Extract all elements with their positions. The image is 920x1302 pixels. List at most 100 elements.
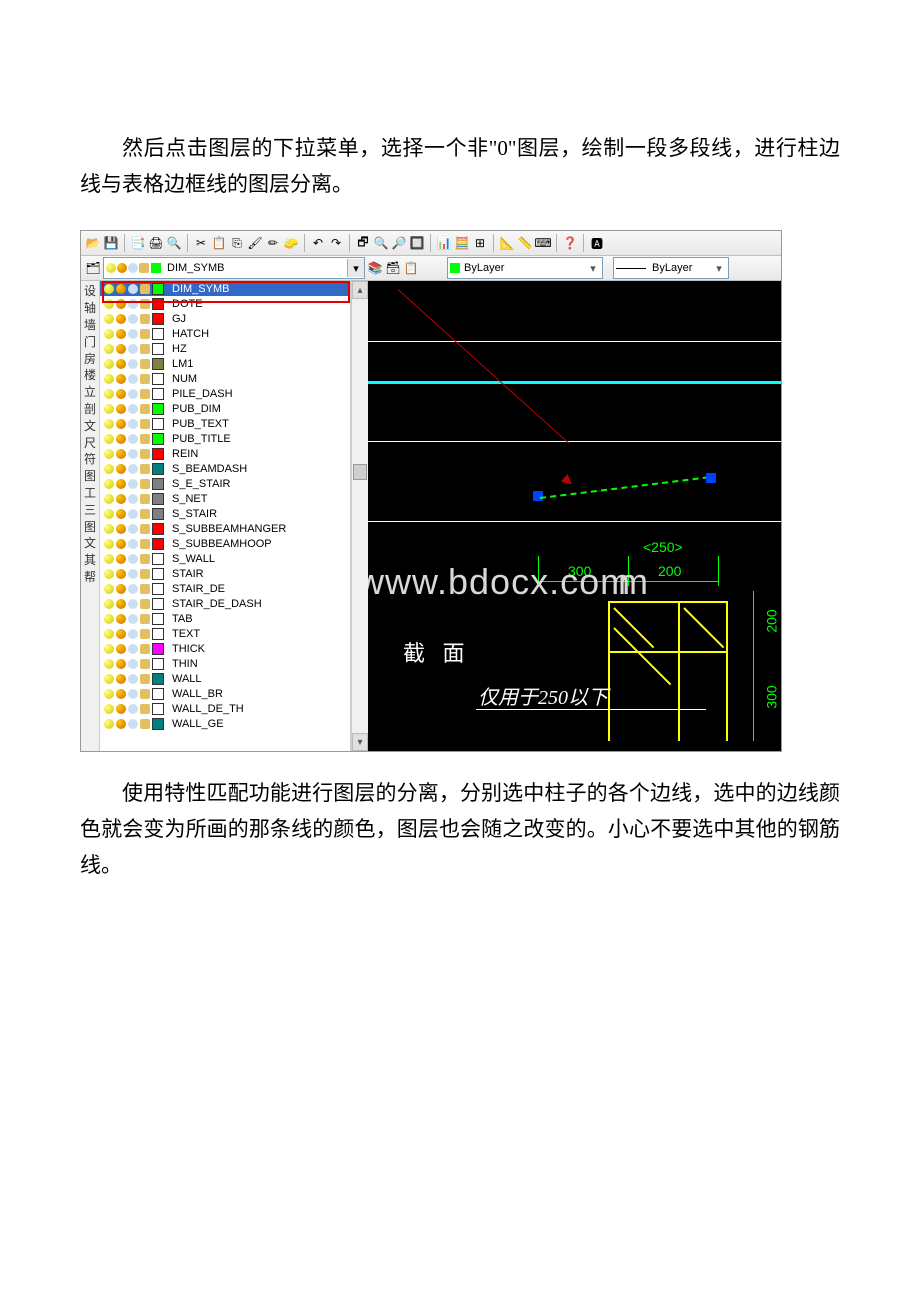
column-edge[interactable] — [726, 601, 728, 741]
side-menu-item[interactable]: 工 — [84, 485, 96, 502]
toolbar-icon[interactable]: ⎘ — [229, 235, 245, 251]
toolbar-icon[interactable]: 📋 — [211, 235, 227, 251]
toolbar-icon[interactable]: ✂ — [193, 235, 209, 251]
layer-list-item[interactable]: HATCH — [100, 326, 350, 341]
side-menu-item[interactable]: 文 — [84, 535, 96, 552]
side-menu-item[interactable]: 门 — [84, 334, 96, 351]
column-edge[interactable] — [608, 601, 610, 741]
layer-list-item[interactable]: S_SUBBEAMHANGER — [100, 521, 350, 536]
layer-list-item[interactable]: THICK — [100, 641, 350, 656]
toolbar-icon[interactable]: 🗗 — [355, 235, 371, 251]
side-menu-item[interactable]: 立 — [84, 384, 96, 401]
layer-list-item[interactable]: REIN — [100, 446, 350, 461]
layer-list-item[interactable]: PUB_TEXT — [100, 416, 350, 431]
layer-list-item[interactable]: NUM — [100, 371, 350, 386]
toolbar-icon[interactable]: 📑 — [130, 235, 146, 251]
layer-list-item[interactable]: S_NET — [100, 491, 350, 506]
toolbar-icon[interactable]: 📏 — [517, 235, 533, 251]
layer-list-item[interactable]: STAIR_DE_DASH — [100, 596, 350, 611]
layer-dropdown[interactable]: DIM_SYMB ▾ — [103, 257, 365, 279]
linetype-combo-value: ByLayer — [652, 262, 692, 274]
layer-list-item[interactable]: S_WALL — [100, 551, 350, 566]
toolbar-icon[interactable]: ❓ — [562, 235, 578, 251]
layer-list-item[interactable]: STAIR_DE — [100, 581, 350, 596]
toolbar-icon[interactable]: 📐 — [499, 235, 515, 251]
layer-props-icon[interactable]: 🗂 — [85, 260, 101, 276]
layer-tool-1[interactable]: 📚 — [367, 260, 383, 276]
toolbar-icon[interactable]: 💾 — [103, 235, 119, 251]
layer-list-item[interactable]: LM1 — [100, 356, 350, 371]
layer-list-item[interactable]: PUB_TITLE — [100, 431, 350, 446]
toolbar-icon[interactable]: 🧽 — [283, 235, 299, 251]
side-menu-item[interactable]: 楼 — [84, 367, 96, 384]
scroll-down-icon[interactable]: ▾ — [352, 733, 368, 751]
layer-list-item[interactable]: DIM_SYMB — [100, 281, 350, 296]
sun-icon — [116, 464, 126, 474]
layer-list-item[interactable]: S_STAIR — [100, 506, 350, 521]
toolbar-icon[interactable]: ↷ — [328, 235, 344, 251]
scroll-up-icon[interactable]: ▴ — [352, 281, 368, 299]
side-menu-item[interactable]: 帮 — [84, 569, 96, 586]
side-menu-item[interactable]: 墙 — [84, 317, 96, 334]
side-menu-item[interactable]: 轴 — [84, 300, 96, 317]
layer-name-text: S_WALL — [172, 553, 215, 565]
color-combo-value: ByLayer — [464, 262, 504, 274]
layer-list-item[interactable]: S_BEAMDASH — [100, 461, 350, 476]
toolbar-icon[interactable]: 🔲 — [409, 235, 425, 251]
side-menu-item[interactable]: 房 — [84, 351, 96, 368]
layer-list-item[interactable]: S_E_STAIR — [100, 476, 350, 491]
layer-list-item[interactable]: GJ — [100, 311, 350, 326]
side-menu-item[interactable]: 图 — [84, 519, 96, 536]
toolbar-icon[interactable]: ↶ — [310, 235, 326, 251]
grip[interactable] — [706, 473, 716, 483]
side-menu-item[interactable]: 符 — [84, 451, 96, 468]
layer-list-item[interactable]: TAB — [100, 611, 350, 626]
side-menu-item[interactable]: 三 — [84, 502, 96, 519]
toolbar-icon[interactable]: 🅰 — [589, 235, 605, 251]
chevron-down-icon[interactable]: ▾ — [347, 259, 364, 277]
side-menu-item[interactable]: 尺 — [84, 435, 96, 452]
layer-list-item[interactable]: WALL_DE_TH — [100, 701, 350, 716]
layer-list-item[interactable]: STAIR — [100, 566, 350, 581]
column-edge[interactable] — [608, 651, 728, 653]
toolbar-icon[interactable]: ⊞ — [472, 235, 488, 251]
layer-list-item[interactable]: HZ — [100, 341, 350, 356]
layer-list-item[interactable]: WALL_BR — [100, 686, 350, 701]
toolbar-icon[interactable]: 🔍 — [373, 235, 389, 251]
layer-list-item[interactable]: DOTE — [100, 296, 350, 311]
layer-list-panel[interactable]: DIM_SYMBDOTEGJHATCHHZLM1NUMPILE_DASHPUB_… — [100, 281, 351, 751]
scrollbar[interactable]: ▴ ▾ — [351, 281, 368, 751]
drawing-canvas[interactable]: www.bdocx.com m <250> 300 200 — [368, 281, 781, 751]
scroll-thumb[interactable] — [353, 464, 367, 480]
toolbar-icon[interactable]: ✏ — [265, 235, 281, 251]
toolbar-icon[interactable]: 🔍 — [166, 235, 182, 251]
linetype-combo[interactable]: ByLayer ▾ — [613, 257, 729, 279]
toolbar-icon[interactable]: ⌨ — [535, 235, 551, 251]
side-menu-item[interactable]: 文 — [84, 418, 96, 435]
chevron-down-icon[interactable]: ▾ — [586, 262, 600, 275]
layer-list-item[interactable]: TEXT — [100, 626, 350, 641]
side-menu-item[interactable]: 其 — [84, 552, 96, 569]
layer-list-item[interactable]: S_SUBBEAMHOOP — [100, 536, 350, 551]
color-combo[interactable]: ByLayer ▾ — [447, 257, 603, 279]
layer-list-item[interactable]: THIN — [100, 656, 350, 671]
side-menu-item[interactable]: 图 — [84, 468, 96, 485]
layer-list-item[interactable]: PILE_DASH — [100, 386, 350, 401]
column-edge[interactable] — [678, 601, 680, 741]
layer-tool-2[interactable]: 🗃 — [385, 260, 401, 276]
side-menu-item[interactable]: 剖 — [84, 401, 96, 418]
chevron-down-icon[interactable]: ▾ — [712, 262, 726, 275]
toolbar-icon[interactable]: 🖌 — [247, 235, 263, 251]
toolbar-icon[interactable]: 🔎 — [391, 235, 407, 251]
toolbar-icon[interactable]: 🖨 — [148, 235, 164, 251]
layer-list-item[interactable]: WALL — [100, 671, 350, 686]
vertical-menu[interactable]: 设轴墙门房楼立剖文尺符图工三图文其帮 — [81, 281, 100, 751]
toolbar-icon[interactable]: 📂 — [85, 235, 101, 251]
layer-tool-3[interactable]: 📋 — [403, 260, 419, 276]
layer-list-item[interactable]: WALL_GE — [100, 716, 350, 731]
layer-list-item[interactable]: PUB_DIM — [100, 401, 350, 416]
side-menu-item[interactable]: 设 — [84, 283, 96, 300]
column-edge[interactable] — [608, 601, 728, 603]
toolbar-icon[interactable]: 📊 — [436, 235, 452, 251]
toolbar-icon[interactable]: 🧮 — [454, 235, 470, 251]
